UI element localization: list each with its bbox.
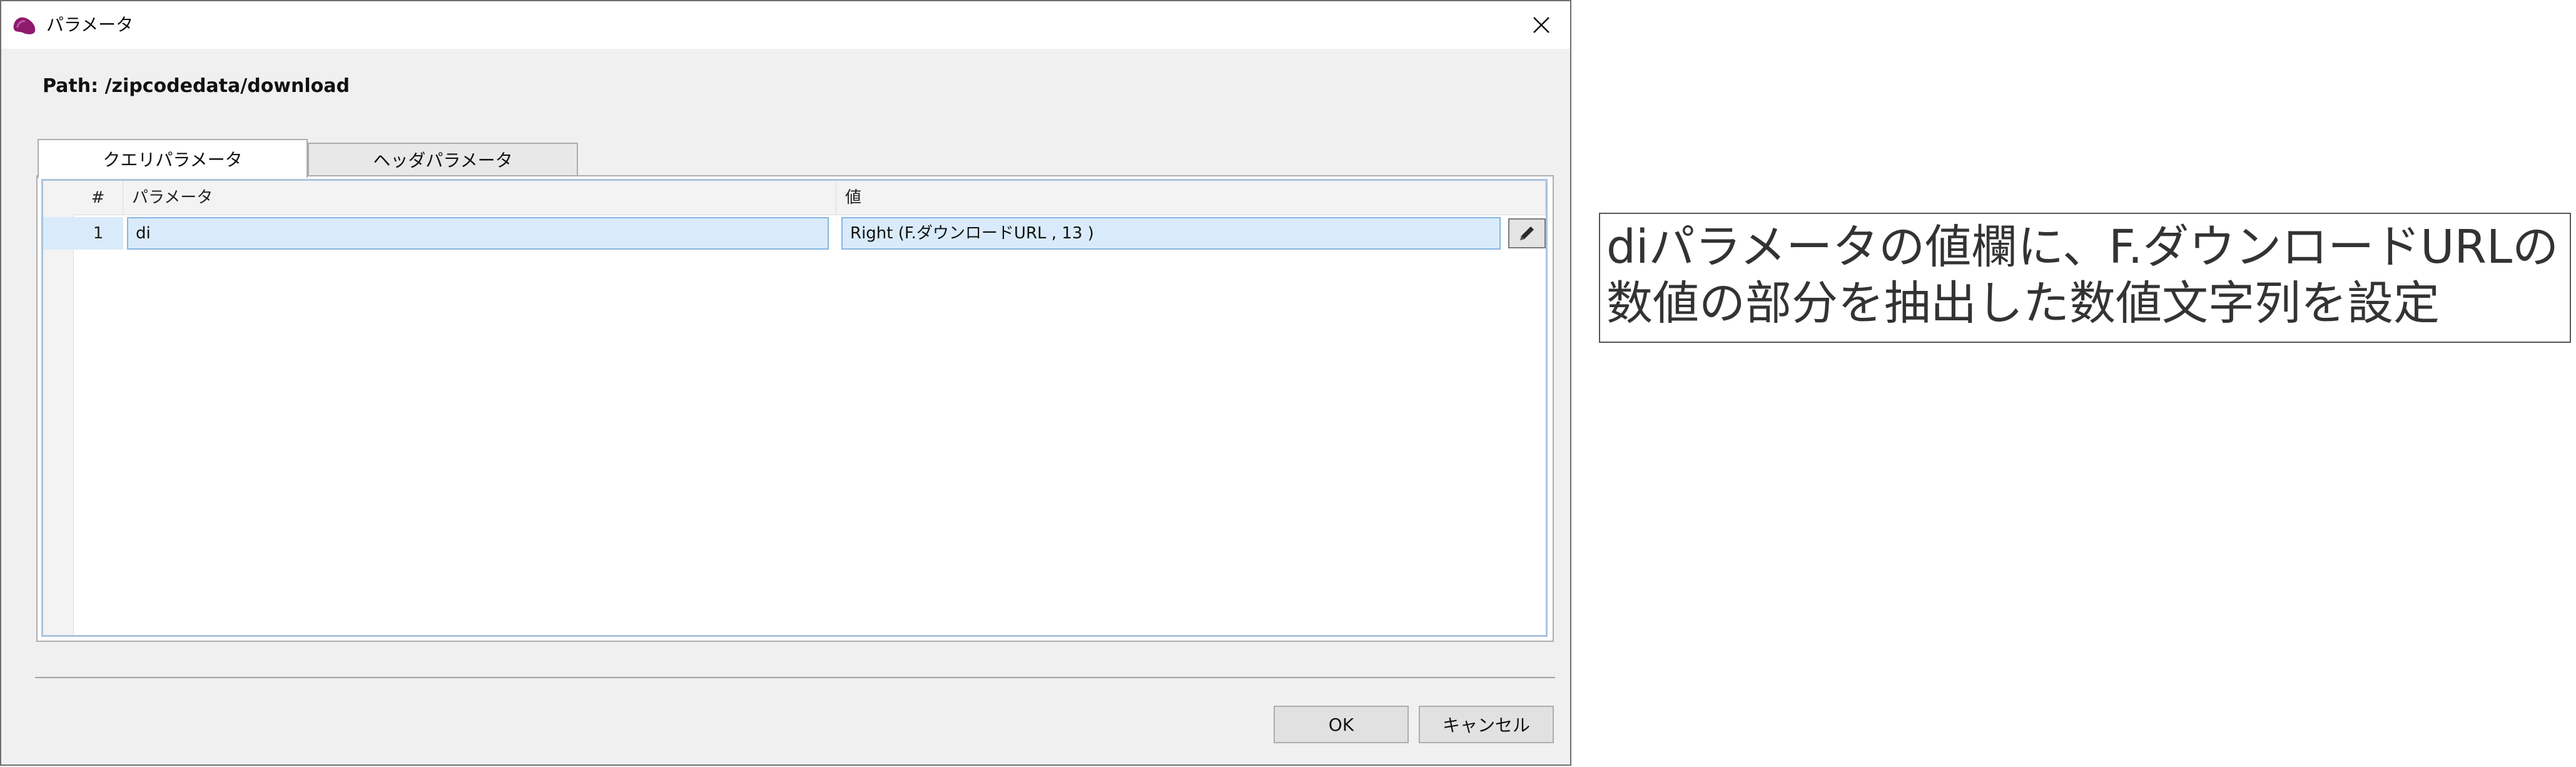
column-header-value[interactable]: 値 [836, 181, 1546, 215]
parameter-dialog: パラメータ Path: /zipcodedata/download クエリパラメ… [0, 0, 1571, 766]
grid-header: # パラメータ 値 [73, 181, 1546, 215]
footer-separator [35, 677, 1555, 678]
path-label: Path: /zipcodedata/download [43, 75, 350, 97]
parameter-value-cell[interactable]: Right (F.ダウンロードURL , 13 ) [841, 217, 1501, 250]
title-bar: パラメータ [1, 1, 1570, 49]
ok-button[interactable]: OK [1274, 706, 1409, 743]
close-button[interactable] [1513, 1, 1570, 49]
pencil-icon [1520, 226, 1534, 240]
parameter-name-cell[interactable]: di [127, 217, 829, 250]
tab-header-parameters[interactable]: ヘッダパラメータ [308, 143, 578, 175]
row-number: 1 [73, 217, 123, 250]
row-selector[interactable] [43, 217, 73, 250]
edit-value-button[interactable] [1508, 218, 1546, 248]
column-header-parameter[interactable]: パラメータ [123, 181, 836, 215]
column-header-number[interactable]: # [73, 181, 123, 215]
parameter-grid: # パラメータ 値 1 di Right (F.ダウンロードURL , 13 ) [41, 179, 1548, 637]
app-logo-icon [13, 17, 36, 34]
tab-query-parameters[interactable]: クエリパラメータ [38, 139, 308, 178]
table-row[interactable]: 1 di Right (F.ダウンロードURL , 13 ) [73, 217, 1546, 250]
close-icon [1533, 17, 1549, 33]
cancel-button[interactable]: キャンセル [1419, 706, 1554, 743]
annotation-callout: diパラメータの値欄に、F.ダウンロードURLの 数値の部分を抽出した数値文字列… [1599, 213, 2571, 343]
window-title: パラメータ [46, 14, 134, 35]
